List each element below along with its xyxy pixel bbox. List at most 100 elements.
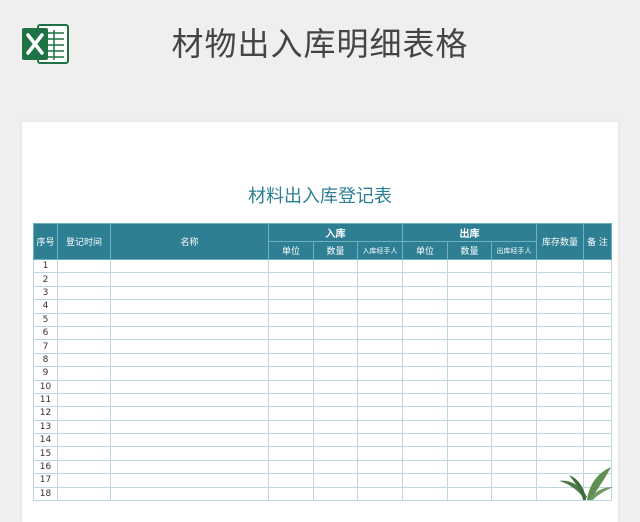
row-number-cell[interactable]: 8: [33, 352, 58, 368]
table-cell[interactable]: [583, 299, 612, 314]
table-cell[interactable]: [447, 419, 492, 435]
table-cell[interactable]: [357, 352, 403, 368]
table-cell[interactable]: [583, 272, 612, 287]
table-cell[interactable]: [357, 339, 403, 354]
table-cell[interactable]: [57, 486, 111, 502]
table-cell[interactable]: [491, 446, 537, 461]
table-cell[interactable]: [447, 258, 492, 274]
table-cell[interactable]: [491, 258, 537, 274]
table-cell[interactable]: [110, 299, 269, 314]
table-cell[interactable]: [402, 486, 448, 502]
row-number-cell[interactable]: 3: [33, 285, 58, 301]
row-number-cell[interactable]: 17: [33, 473, 58, 488]
table-cell[interactable]: [268, 366, 314, 381]
table-cell[interactable]: [110, 325, 269, 341]
table-cell[interactable]: [402, 392, 448, 408]
table-cell[interactable]: [357, 406, 403, 421]
table-cell[interactable]: [268, 392, 314, 408]
table-cell[interactable]: [357, 312, 403, 327]
row-number-cell[interactable]: 5: [33, 312, 58, 327]
table-cell[interactable]: [110, 446, 269, 461]
table-cell[interactable]: [357, 285, 403, 301]
table-cell[interactable]: [313, 486, 358, 502]
table-cell[interactable]: [447, 312, 492, 327]
table-cell[interactable]: [313, 433, 358, 448]
table-cell[interactable]: [491, 406, 537, 421]
table-cell[interactable]: [536, 325, 584, 341]
table-cell[interactable]: [268, 299, 314, 314]
table-cell[interactable]: [536, 406, 584, 421]
table-cell[interactable]: [57, 433, 111, 448]
table-cell[interactable]: [57, 272, 111, 287]
table-cell[interactable]: [268, 433, 314, 448]
row-number-cell[interactable]: 14: [33, 433, 58, 448]
table-cell[interactable]: [110, 459, 269, 475]
table-cell[interactable]: [447, 486, 492, 502]
table-cell[interactable]: [491, 312, 537, 327]
table-cell[interactable]: [313, 379, 358, 394]
table-cell[interactable]: [447, 433, 492, 448]
table-cell[interactable]: [491, 419, 537, 435]
table-cell[interactable]: [491, 486, 537, 502]
table-cell[interactable]: [313, 339, 358, 354]
table-cell[interactable]: [268, 272, 314, 287]
table-cell[interactable]: [402, 433, 448, 448]
table-cell[interactable]: [402, 459, 448, 475]
table-cell[interactable]: [57, 459, 111, 475]
table-cell[interactable]: [402, 446, 448, 461]
table-cell[interactable]: [536, 392, 584, 408]
table-cell[interactable]: [268, 352, 314, 368]
table-cell[interactable]: [357, 486, 403, 502]
table-cell[interactable]: [583, 406, 612, 421]
table-cell[interactable]: [357, 459, 403, 475]
table-cell[interactable]: [583, 419, 612, 435]
table-cell[interactable]: [402, 285, 448, 301]
table-cell[interactable]: [268, 285, 314, 301]
table-cell[interactable]: [268, 258, 314, 274]
row-number-cell[interactable]: 7: [33, 339, 58, 354]
table-cell[interactable]: [57, 366, 111, 381]
table-cell[interactable]: [536, 272, 584, 287]
table-cell[interactable]: [110, 258, 269, 274]
table-cell[interactable]: [536, 433, 584, 448]
table-cell[interactable]: [57, 392, 111, 408]
table-cell[interactable]: [57, 325, 111, 341]
row-number-cell[interactable]: 4: [33, 299, 58, 314]
table-cell[interactable]: [583, 312, 612, 327]
row-number-cell[interactable]: 12: [33, 406, 58, 421]
table-cell[interactable]: [402, 258, 448, 274]
table-cell[interactable]: [357, 258, 403, 274]
table-cell[interactable]: [402, 272, 448, 287]
row-number-cell[interactable]: 16: [33, 459, 58, 475]
table-cell[interactable]: [57, 299, 111, 314]
table-cell[interactable]: [402, 325, 448, 341]
table-cell[interactable]: [491, 459, 537, 475]
table-cell[interactable]: [57, 473, 111, 488]
table-cell[interactable]: [110, 419, 269, 435]
table-cell[interactable]: [536, 285, 584, 301]
table-cell[interactable]: [536, 299, 584, 314]
table-cell[interactable]: [110, 473, 269, 488]
table-cell[interactable]: [447, 366, 492, 381]
table-cell[interactable]: [583, 325, 612, 341]
table-cell[interactable]: [268, 379, 314, 394]
table-cell[interactable]: [447, 285, 492, 301]
table-cell[interactable]: [447, 379, 492, 394]
table-cell[interactable]: [313, 366, 358, 381]
table-cell[interactable]: [357, 379, 403, 394]
table-cell[interactable]: [447, 339, 492, 354]
table-cell[interactable]: [110, 406, 269, 421]
table-cell[interactable]: [402, 339, 448, 354]
table-cell[interactable]: [536, 352, 584, 368]
row-number-cell[interactable]: 10: [33, 379, 58, 394]
table-cell[interactable]: [313, 299, 358, 314]
table-cell[interactable]: [447, 473, 492, 488]
table-cell[interactable]: [536, 339, 584, 354]
table-cell[interactable]: [357, 272, 403, 287]
row-number-cell[interactable]: 9: [33, 366, 58, 381]
table-cell[interactable]: [491, 366, 537, 381]
table-cell[interactable]: [110, 486, 269, 502]
table-cell[interactable]: [57, 258, 111, 274]
table-cell[interactable]: [110, 272, 269, 287]
row-number-cell[interactable]: 15: [33, 446, 58, 461]
